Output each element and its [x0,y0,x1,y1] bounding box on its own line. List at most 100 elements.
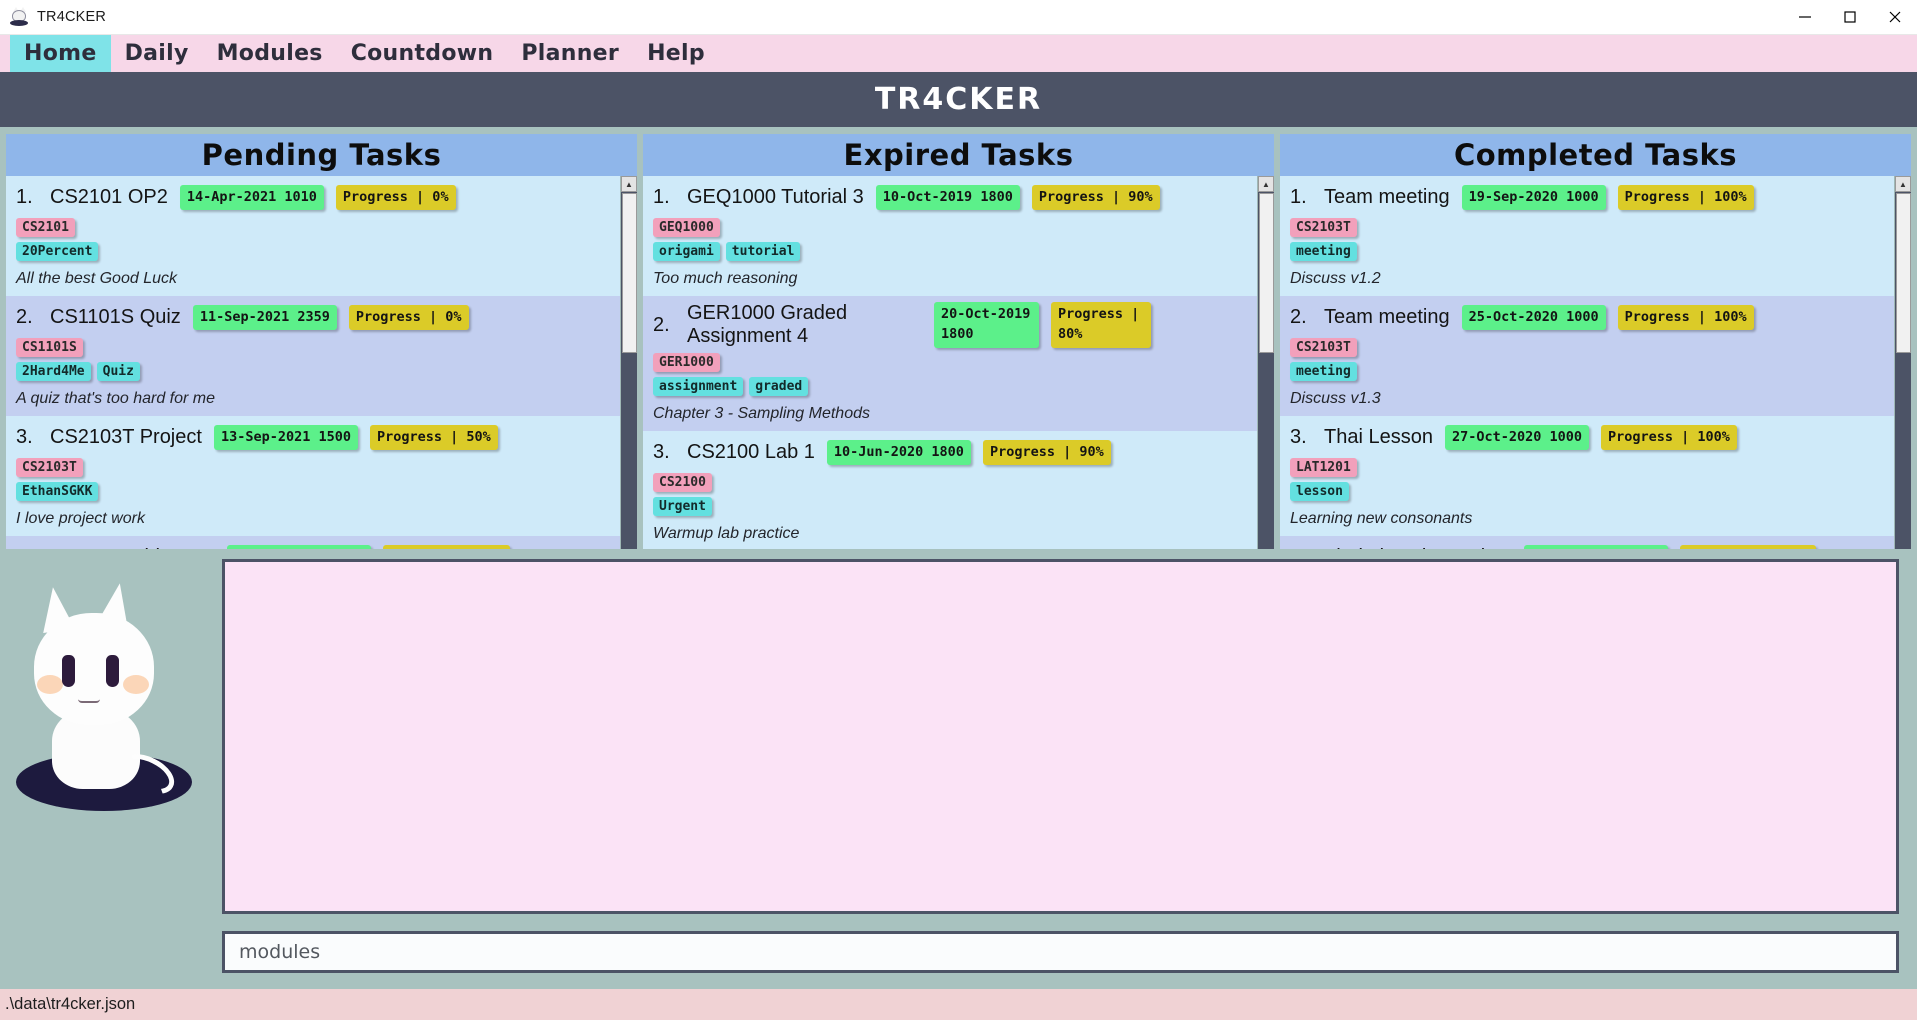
mascot-area [0,549,222,989]
cat-mascot-icon [16,580,192,811]
column-header-pending: Pending Tasks [6,134,637,176]
status-bar-path: .\data\tr4cker.json [5,995,136,1013]
task-module-tag: GEQ1000 [653,218,720,237]
app-cat-icon [9,7,29,27]
task-index: 3. [16,426,33,448]
task-description: Discuss v1.2 [1290,270,1381,287]
task-row[interactable]: 1. Team meeting 19-Sep-2020 1000 Progres… [1280,176,1894,296]
bottom-region: modules [0,549,1917,989]
expired-task-list: 1. GEQ1000 Tutorial 3 10-Oct-2019 1800 P… [643,176,1257,549]
completed-task-list: 1. Team meeting 19-Sep-2020 1000 Progres… [1280,176,1894,549]
task-name: GEQ1000 Tutorial 3 [687,186,864,208]
task-keyword-tag: lesson [1290,482,1349,501]
task-deadline-badge: 19-Sep-2020 1000 [1461,184,1606,211]
task-progress-badge: Progress | 100% [1601,424,1737,451]
task-keyword-tag: EthanSGKK [16,482,99,501]
column-completed-tasks: Completed Tasks 1. Team meeting 19-Sep-2… [1280,134,1911,549]
task-module-tag: CS2100 [653,473,712,492]
close-button[interactable] [1872,0,1917,34]
command-input-box[interactable]: modules [222,931,1899,973]
scrollbar-thumb[interactable] [1896,193,1911,353]
task-row[interactable]: 3. CS2100 Lab 1 10-Jun-2020 1800 Progres… [643,431,1257,549]
maximize-button[interactable] [1827,0,1872,34]
result-output-panel [222,559,1899,914]
task-index: 3. [653,441,670,463]
task-module-tag: CS2101 [16,218,75,237]
task-progress-badge: Progress | 80% [1051,302,1151,348]
menu-item-help[interactable]: Help [633,35,719,72]
task-row[interactable]: 1. GEQ1000 Tutorial 3 10-Oct-2019 1800 P… [643,176,1257,296]
task-row[interactable]: 3. Thai Lesson 27-Oct-2020 1000 Progress… [1280,416,1894,536]
column-pending-tasks: Pending Tasks 1. CS2101 OP2 14-Apr-2021 … [6,134,637,549]
task-row[interactable]: 4. Thai Listening Quiz 2 27-Oct-2020 200… [1280,536,1894,549]
task-description: Discuss v1.3 [1290,390,1381,407]
task-index: 3. [1290,426,1307,448]
task-keyword-tag: assignment [653,377,744,396]
console-area: modules [222,549,1917,989]
task-module-tag: CS2103T [16,458,83,477]
task-row[interactable]: 2. Team meeting 25-Oct-2020 1000 Progres… [1280,296,1894,416]
window-title: TR4CKER [37,9,107,25]
task-index: 1. [653,186,670,208]
menu-item-countdown[interactable]: Countdown [337,35,508,72]
task-progress-badge: Progress | 50% [369,424,498,451]
task-deadline-badge: 14-Apr-2021 1010 [179,184,324,211]
task-module-tag: LAT1201 [1290,458,1357,477]
task-deadline-badge: 13-Sep-2021 1500 [213,424,358,451]
task-keyword-tag: Quiz [96,362,140,381]
task-progress-badge: Progress | 0% [335,184,456,211]
task-keyword-tag: 2Hard4Me [16,362,91,381]
task-row[interactable]: 1. CS2101 OP2 14-Apr-2021 1010 Progress … [6,176,620,296]
column-title: Completed Tasks [1453,138,1738,172]
banner-title: TR4CKER [874,82,1043,117]
menu-item-home[interactable]: Home [10,35,111,72]
expired-scrollbar[interactable]: ▲ [1257,176,1274,549]
task-name: Team meeting [1324,186,1450,208]
task-keyword-tag: meeting [1290,362,1357,381]
task-progress-badge: Progress | 90% [1031,184,1160,211]
column-body-pending: 1. CS2101 OP2 14-Apr-2021 1010 Progress … [6,176,637,549]
task-deadline-badge: 25-Oct-2020 1000 [1461,304,1606,331]
task-name: CS2100 Lab 1 [687,441,815,463]
task-description: All the best Good Luck [16,270,177,287]
task-name: Team meeting [1324,306,1450,328]
task-row[interactable]: 2. CS1101S Quiz 11-Sep-2021 2359 Progres… [6,296,620,416]
task-name: CS2101 OP2 [50,186,168,208]
task-progress-badge: Progress | 100% [1617,304,1754,331]
task-row[interactable]: 4. CS2100 MidTerms 12-Oct-2021 1200 Prog… [6,536,620,549]
column-title: Expired Tasks [843,138,1074,172]
task-name: GER1000 Graded Assignment 4 [687,302,848,347]
task-deadline-badge: 27-Oct-2020 1000 [1444,424,1590,451]
menu-item-planner[interactable]: Planner [507,35,633,72]
column-title: Pending Tasks [201,138,442,172]
task-deadline-badge: 10-Jun-2020 1800 [826,439,971,466]
task-module-tag: CS1101S [16,338,83,357]
completed-scrollbar[interactable]: ▲ [1894,176,1911,549]
task-columns-container: Pending Tasks 1. CS2101 OP2 14-Apr-2021 … [0,134,1917,549]
task-keyword-tag: tutorial [725,242,801,261]
command-input-text[interactable]: modules [239,941,320,963]
task-index: 2. [16,306,33,328]
pending-scrollbar[interactable]: ▲ [620,176,637,549]
task-keyword-tag: graded [749,377,809,396]
scroll-up-arrow[interactable]: ▲ [621,176,637,192]
task-row[interactable]: 2. GER1000 Graded Assignment 4 20-Oct-20… [643,296,1257,431]
task-name: CS2103T Project [50,426,202,448]
task-keyword-tag: Urgent [653,497,712,516]
minimize-button[interactable] [1782,0,1827,34]
column-header-completed: Completed Tasks [1280,134,1911,176]
scroll-up-arrow[interactable]: ▲ [1895,176,1911,192]
menu-item-modules[interactable]: Modules [203,35,337,72]
scrollbar-thumb[interactable] [622,193,637,353]
task-progress-badge: Progress | 100% [1617,184,1754,211]
task-row[interactable]: 3. CS2103T Project 13-Sep-2021 1500 Prog… [6,416,620,536]
task-name: Thai Lesson [1324,426,1433,448]
task-keyword-tag: meeting [1290,242,1357,261]
task-index: 2. [1290,306,1307,328]
task-name: CS1101S Quiz [50,306,181,328]
menu-item-daily[interactable]: Daily [111,35,203,72]
task-description: I love project work [16,510,145,527]
column-header-expired: Expired Tasks [643,134,1274,176]
scrollbar-thumb[interactable] [1259,193,1274,353]
scroll-up-arrow[interactable]: ▲ [1258,176,1274,192]
